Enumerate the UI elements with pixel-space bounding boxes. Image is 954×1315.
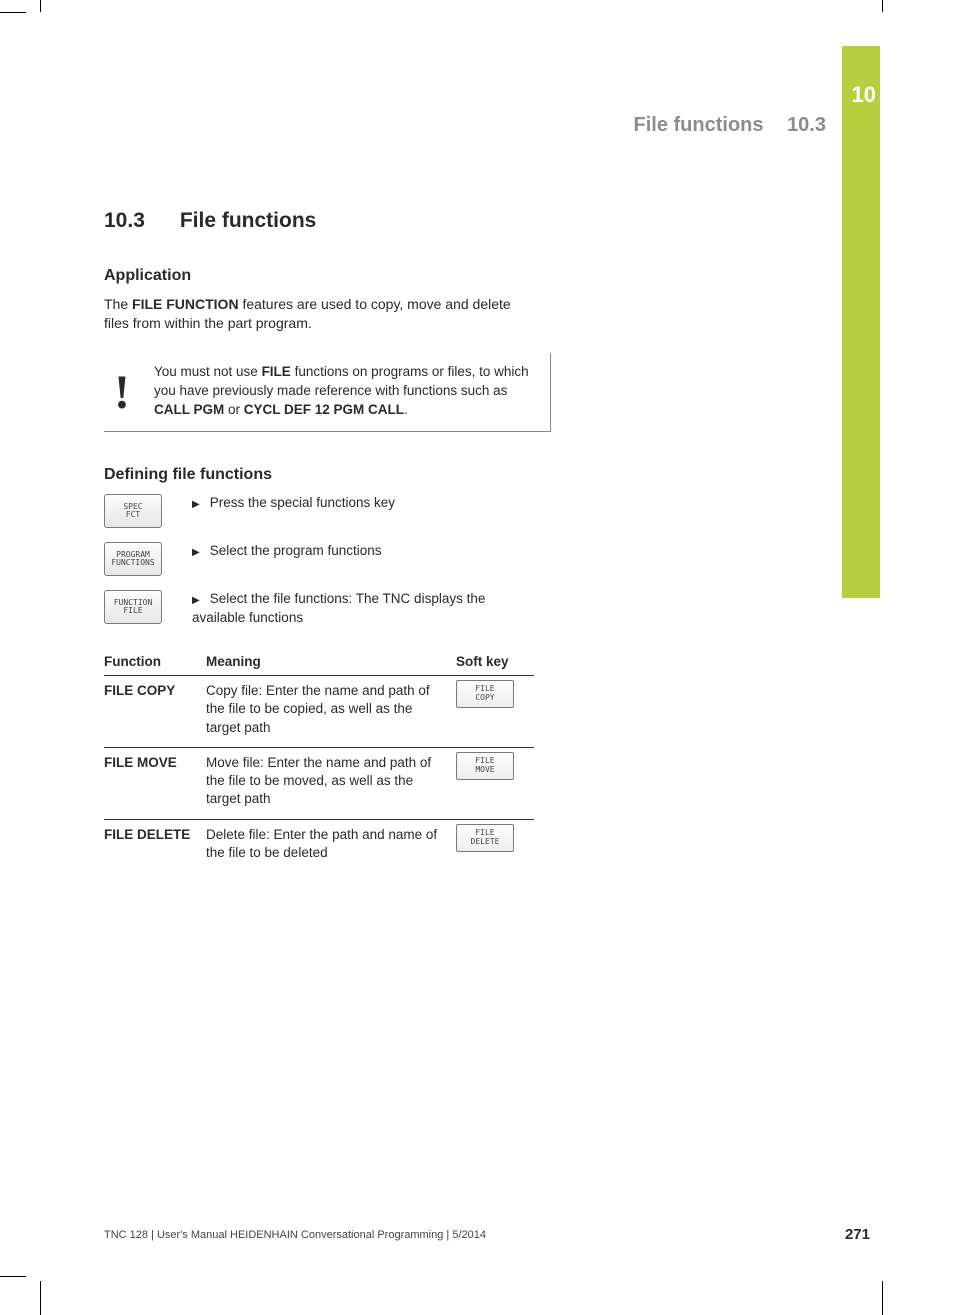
fn-meaning: Move file: Enter the name and path of th… [206,747,456,819]
table-row: FILE DELETE Delete file: Enter the path … [104,819,534,872]
fn-name: FILE MOVE [104,747,206,819]
key-program-functions: PROGRAM FUNCTIONS [104,542,162,576]
fn-name: FILE DELETE [104,819,206,872]
text: or [224,402,244,417]
key-spec-fct: SPEC FCT [104,494,162,528]
triangle-icon: ▶ [192,594,200,608]
text: Select the file functions: The TNC displ… [192,591,485,625]
step-row: PROGRAM FUNCTIONS ▶ Select the program fu… [104,542,544,576]
application-intro: The FILE FUNCTION features are used to c… [104,295,514,333]
defining-heading: Defining file functions [104,466,544,484]
table-row: FILE COPY Copy file: Enter the name and … [104,676,534,748]
step-text: ▶ Press the special functions key [192,494,395,513]
note-text: You must not use FILE functions on progr… [154,363,534,420]
step-text: ▶Select the file functions: The TNC disp… [192,590,512,628]
functions-table: Function Meaning Soft key FILE COPY Copy… [104,650,534,872]
chapter-number: 10 [852,82,876,108]
text: . [404,402,408,417]
footer-text: TNC 128 | User's Manual HEIDENHAIN Conve… [104,1229,486,1241]
application-heading: Application [104,267,544,285]
softkey-file-copy: FILE COPY [456,680,514,708]
content: 10.3 File functions Application The FILE… [104,209,544,872]
chapter-tab: 10 [842,46,880,598]
page: 10 File functions 10.3 10.3 File functio… [44,14,880,1269]
col-function: Function [104,650,206,676]
triangle-icon: ▶ [192,546,200,560]
table-header-row: Function Meaning Soft key [104,650,534,676]
table-row: FILE MOVE Move file: Enter the name and … [104,747,534,819]
fn-name: FILE COPY [104,676,206,748]
exclamation-icon: ! [114,363,130,420]
softkey-file-move: FILE MOVE [456,752,514,780]
running-head: File functions 10.3 [634,114,827,137]
text: The [104,296,132,312]
col-meaning: Meaning [206,650,456,676]
col-softkey: Soft key [456,650,534,676]
text-bold: FILE [262,364,291,379]
softkey-file-delete: FILE DELETE [456,824,514,852]
steps-list: SPEC FCT ▶ Press the special functions ke… [104,494,544,628]
running-head-title: File functions [634,114,764,136]
text: You must not use [154,364,262,379]
key-function-file: FUNCTION FILE [104,590,162,624]
text-bold: CALL PGM [154,402,224,417]
section-number: 10.3 [104,209,174,233]
text-bold: FILE FUNCTION [132,296,239,312]
step-row: SPEC FCT ▶ Press the special functions ke… [104,494,544,528]
note-box: ! You must not use FILE functions on pro… [104,353,551,433]
triangle-icon: ▶ [192,498,200,512]
page-number: 271 [845,1226,870,1243]
fn-meaning: Copy file: Enter the name and path of th… [206,676,456,748]
text: Press the special functions key [210,495,395,510]
text: Select the program functions [210,543,382,558]
text-bold: CYCL DEF 12 PGM CALL [244,402,404,417]
running-head-number: 10.3 [787,114,826,136]
step-row: FUNCTION FILE ▶Select the file functions… [104,590,544,628]
section-heading: 10.3 File functions [104,209,544,233]
fn-meaning: Delete file: Enter the path and name of … [206,819,456,872]
section-title: File functions [180,209,317,232]
step-text: ▶ Select the program functions [192,542,382,561]
